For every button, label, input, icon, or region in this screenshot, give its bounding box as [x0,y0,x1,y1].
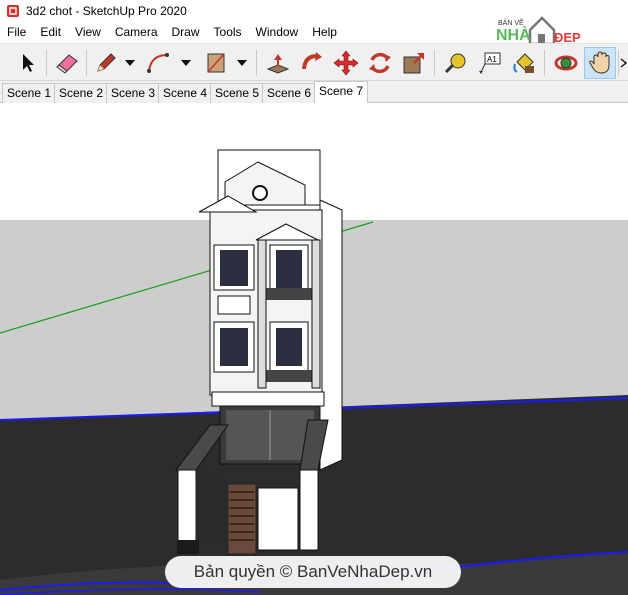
menu-view[interactable]: View [68,22,108,42]
pan-tool-button[interactable] [584,47,616,79]
scene-tabs: Scene 1 Scene 2 Scene 3 Scene 4 Scene 5 … [0,81,628,103]
tab-scene-2[interactable]: Scene 2 [54,83,109,103]
logo-text-top: BẢN VẼ [498,20,524,27]
menu-camera[interactable]: Camera [108,22,165,42]
balcony-railing [264,288,314,300]
move-arrows-icon [333,50,359,76]
menu-help[interactable]: Help [305,22,344,42]
gate-post-right [299,469,319,551]
rectangle-icon [207,53,225,73]
tab-scene-4[interactable]: Scene 4 [158,83,213,103]
text-label-icon: A1 [479,52,501,74]
tab-scene-5[interactable]: Scene 5 [210,83,265,103]
eraser-icon [56,54,78,74]
window-glass [220,250,248,286]
tab-scene-1[interactable]: Scene 1 [2,83,57,103]
toolbar-overflow[interactable] [620,47,628,79]
pencil-icon [97,53,116,72]
chevron-down-icon [181,60,191,66]
scale-icon [403,53,424,74]
tab-scene-6[interactable]: Scene 6 [262,83,317,103]
gate-panel-brown [227,483,257,555]
facade-panel [217,295,251,315]
main-toolbar: A1 [0,43,628,81]
text-tool-button[interactable]: A1 [474,47,506,79]
ground-floor-cornice [211,391,325,407]
pilaster [311,239,321,389]
window-glass [220,328,248,366]
copyright-watermark: Bản quyền © BanVeNhaDep.vn [165,556,461,588]
gate-base [177,540,199,554]
orbit-tool-button[interactable] [550,47,582,79]
push-pull-tool-button[interactable] [262,47,294,79]
menu-file[interactable]: File [0,22,33,42]
scene-canvas [0,103,628,595]
toolbar-separator [86,50,87,76]
follow-me-icon [302,52,322,70]
window-glass [276,250,302,288]
scale-tool-button[interactable] [398,47,430,79]
menu-window[interactable]: Window [249,22,306,42]
arc-tool-dropdown[interactable] [180,54,192,72]
paint-bucket-tool-button[interactable] [508,47,540,79]
rotate-icon [369,52,391,74]
toolbar-separator [434,50,435,76]
arc-tool-button[interactable] [142,47,174,79]
menu-draw[interactable]: Draw [165,22,207,42]
arc-icon [147,53,169,73]
gate-post-left [177,469,197,546]
chevron-right-icon [620,58,628,68]
push-pull-icon [266,54,290,74]
menu-tools[interactable]: Tools [207,22,249,42]
svg-text:A1: A1 [487,55,497,64]
toolbar-separator [544,50,545,76]
paint-bucket-icon [513,53,534,73]
cursor-arrow-icon [23,54,34,72]
tape-measure-tool-button[interactable] [440,47,472,79]
orbit-icon [554,55,578,71]
toolbar-separator [618,50,619,76]
pilaster [257,239,267,389]
chevron-down-icon [125,60,135,66]
move-tool-button[interactable] [330,47,362,79]
model-viewport[interactable] [0,103,628,595]
chevron-down-icon [237,60,247,66]
follow-me-tool-button[interactable] [296,47,328,79]
gate-frame-right [257,487,299,551]
balcony-railing [264,370,314,382]
tape-measure-icon [444,53,466,74]
toolbar-separator [256,50,257,76]
rectangle-tool-button[interactable] [200,47,232,79]
rectangle-tool-dropdown[interactable] [236,54,248,72]
gate-panel-left [196,478,226,544]
line-tool-dropdown[interactable] [124,54,136,72]
tab-scene-3[interactable]: Scene 3 [106,83,161,103]
select-tool-button[interactable] [12,47,44,79]
eraser-tool-button[interactable] [52,47,84,79]
hand-pan-icon [589,51,610,74]
toolbar-separator [46,50,47,76]
line-tool-button[interactable] [90,47,122,79]
window-glass [276,328,302,366]
rotate-tool-button[interactable] [364,47,396,79]
menu-edit[interactable]: Edit [33,22,68,42]
sketchup-app-icon [7,5,19,17]
tab-scene-7[interactable]: Scene 7 [314,81,369,103]
roof-medallion [252,185,268,201]
window-title: 3d2 chot - SketchUp Pro 2020 [26,4,187,18]
